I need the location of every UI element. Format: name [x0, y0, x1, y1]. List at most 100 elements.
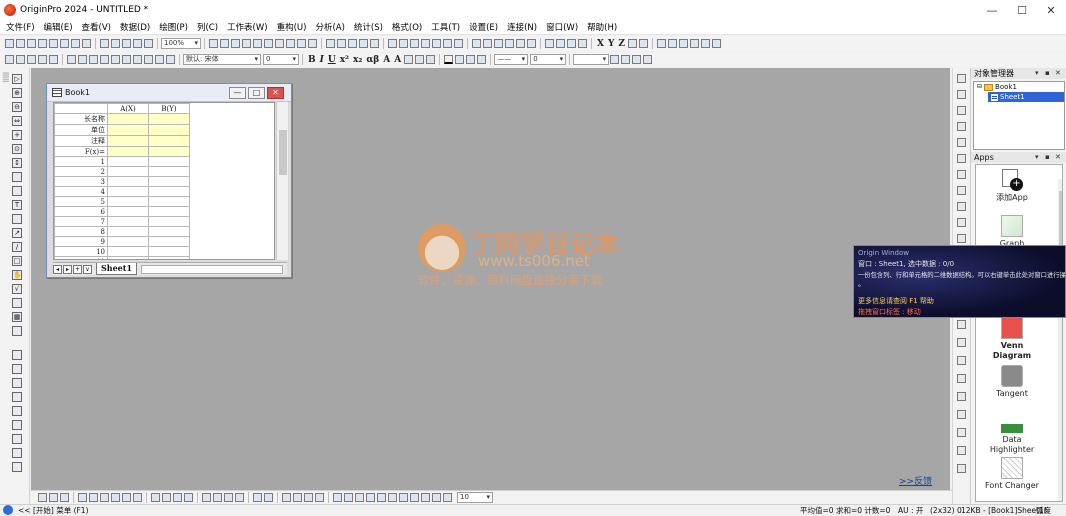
meta-cell[interactable]	[107, 113, 149, 125]
column-header-b[interactable]: B(Y)	[148, 103, 190, 114]
bar-3d-icon[interactable]	[224, 493, 233, 502]
grid-major-icon[interactable]	[377, 493, 386, 502]
row-number[interactable]: 11	[54, 256, 108, 259]
app-data-highlighter[interactable]: Data Highlighter	[984, 411, 1040, 455]
corner-cell[interactable]	[54, 103, 108, 114]
rescale-icon[interactable]	[472, 39, 481, 48]
code-builder-icon[interactable]	[242, 39, 251, 48]
contour-icon[interactable]	[184, 493, 193, 502]
new-notes-icon[interactable]	[82, 39, 91, 48]
status-start-menu[interactable]: << [开始] 菜单 (F1)	[18, 505, 89, 516]
rotate-icon[interactable]	[957, 218, 966, 227]
pie-chart-icon[interactable]	[443, 39, 452, 48]
paste-icon[interactable]	[49, 55, 58, 64]
meta-cell[interactable]	[148, 135, 190, 147]
new-workbook-icon[interactable]	[27, 39, 36, 48]
close-window-button[interactable]: ✕	[1036, 0, 1066, 20]
bar-chart-icon[interactable]	[421, 39, 430, 48]
heatmap-icon[interactable]	[253, 493, 262, 502]
statistics-icon[interactable]	[122, 55, 131, 64]
grid-icon[interactable]	[957, 154, 966, 163]
new-graph-icon[interactable]	[38, 39, 47, 48]
fit-page-icon[interactable]	[556, 39, 565, 48]
menu-view[interactable]: 查看(V)	[82, 21, 111, 33]
ungroup-tool-icon[interactable]	[12, 406, 22, 416]
data-cell[interactable]	[148, 236, 190, 247]
chevron-down-icon[interactable]: ▾	[1035, 68, 1039, 79]
menu-statistics[interactable]: 统计(S)	[354, 21, 383, 33]
new-function-icon[interactable]	[60, 39, 69, 48]
horizontal-scrollbar[interactable]	[141, 264, 283, 274]
unlock-icon[interactable]	[957, 186, 966, 195]
smart-hint-icon[interactable]	[297, 39, 306, 48]
set-label-icon[interactable]	[639, 39, 648, 48]
line-color-icon[interactable]	[466, 55, 476, 64]
set-z-column-icon[interactable]	[359, 39, 368, 48]
menu-column[interactable]: 列(C)	[197, 21, 218, 33]
data-cell[interactable]	[148, 186, 190, 197]
fill-color-icon[interactable]	[455, 55, 465, 64]
row-number[interactable]: 9	[54, 236, 108, 247]
workbook-window[interactable]: Book1 — □ ✕ A(X) B(Y) 长名称 单位 注释 F(x)= 1 …	[46, 83, 292, 278]
row-label[interactable]: 长名称	[54, 113, 108, 125]
font-size-select[interactable]: 0 ▾	[263, 54, 299, 65]
new-matrix-icon[interactable]	[49, 39, 58, 48]
region-mask-icon[interactable]	[12, 186, 22, 196]
pie-icon[interactable]	[151, 493, 160, 502]
command-window-icon[interactable]	[264, 39, 273, 48]
import-icon[interactable]	[133, 39, 142, 48]
symbol-color-icon[interactable]	[477, 55, 487, 64]
ternary-icon[interactable]	[173, 493, 182, 502]
pin-icon[interactable]: ▪	[1045, 68, 1050, 79]
menu-file[interactable]: 文件(F)	[6, 21, 35, 33]
object-edit-icon[interactable]	[12, 378, 22, 388]
menu-reshape[interactable]: 重构(U)	[277, 21, 307, 33]
select-data-icon[interactable]	[89, 55, 98, 64]
dropdown-tools-icon[interactable]	[166, 55, 175, 64]
workbook-maximize-button[interactable]: □	[248, 87, 265, 99]
contour-icon[interactable]	[957, 392, 966, 401]
menu-analysis[interactable]: 分析(A)	[315, 21, 344, 33]
toolbar-options-icon[interactable]	[712, 39, 721, 48]
save-template-icon[interactable]	[122, 39, 131, 48]
stack-column-icon[interactable]	[89, 493, 98, 502]
wall-3d-icon[interactable]	[235, 493, 244, 502]
filter-icon[interactable]	[133, 55, 142, 64]
data-reader-icon[interactable]: +	[12, 130, 22, 140]
menu-connect[interactable]: 连接(N)	[507, 21, 537, 33]
align-left-icon[interactable]	[404, 55, 414, 64]
screen-reader-icon[interactable]: ⊙	[12, 144, 22, 154]
messages-log-icon[interactable]	[286, 39, 295, 48]
line-plot-icon[interactable]	[388, 39, 397, 48]
sheet-list-button[interactable]: ∨	[83, 264, 92, 274]
font-color-icon[interactable]	[444, 55, 454, 64]
dark-mode-icon[interactable]	[545, 39, 554, 48]
new-folder-icon[interactable]	[16, 39, 25, 48]
back-tool-icon[interactable]	[12, 434, 22, 444]
italic-button[interactable]: I	[320, 55, 324, 65]
mask-icon[interactable]	[100, 55, 109, 64]
meta-cell[interactable]	[107, 124, 149, 136]
row-number[interactable]: 10	[54, 246, 108, 257]
scrollbar-thumb[interactable]	[279, 130, 287, 175]
app-tangent[interactable]: Tangent	[984, 365, 1040, 399]
app-add-app[interactable]: + 添加App	[984, 169, 1040, 203]
chevron-down-icon[interactable]: ▾	[1035, 152, 1039, 163]
scatter-plot-icon[interactable]	[399, 39, 408, 48]
refresh-icon[interactable]	[220, 39, 229, 48]
area-icon[interactable]	[957, 374, 966, 383]
rectangle-tool-icon[interactable]	[12, 214, 22, 224]
size-select[interactable]: 10 ▾	[457, 492, 493, 503]
row-label[interactable]: 单位	[54, 124, 108, 136]
set-error-icon[interactable]	[628, 39, 637, 48]
data-cell[interactable]	[107, 256, 149, 259]
tree-item-sheet1[interactable]: Sheet1	[988, 92, 1064, 102]
print-icon[interactable]	[209, 39, 218, 48]
gradient-icon[interactable]	[621, 55, 631, 64]
first-page-icon[interactable]	[657, 39, 666, 48]
flip-icon[interactable]	[957, 234, 966, 243]
data-cell[interactable]	[107, 226, 149, 237]
next-page-icon[interactable]	[679, 39, 688, 48]
status-angle-unit[interactable]: 弧度	[1036, 505, 1051, 516]
box-chart-icon[interactable]	[133, 493, 142, 502]
